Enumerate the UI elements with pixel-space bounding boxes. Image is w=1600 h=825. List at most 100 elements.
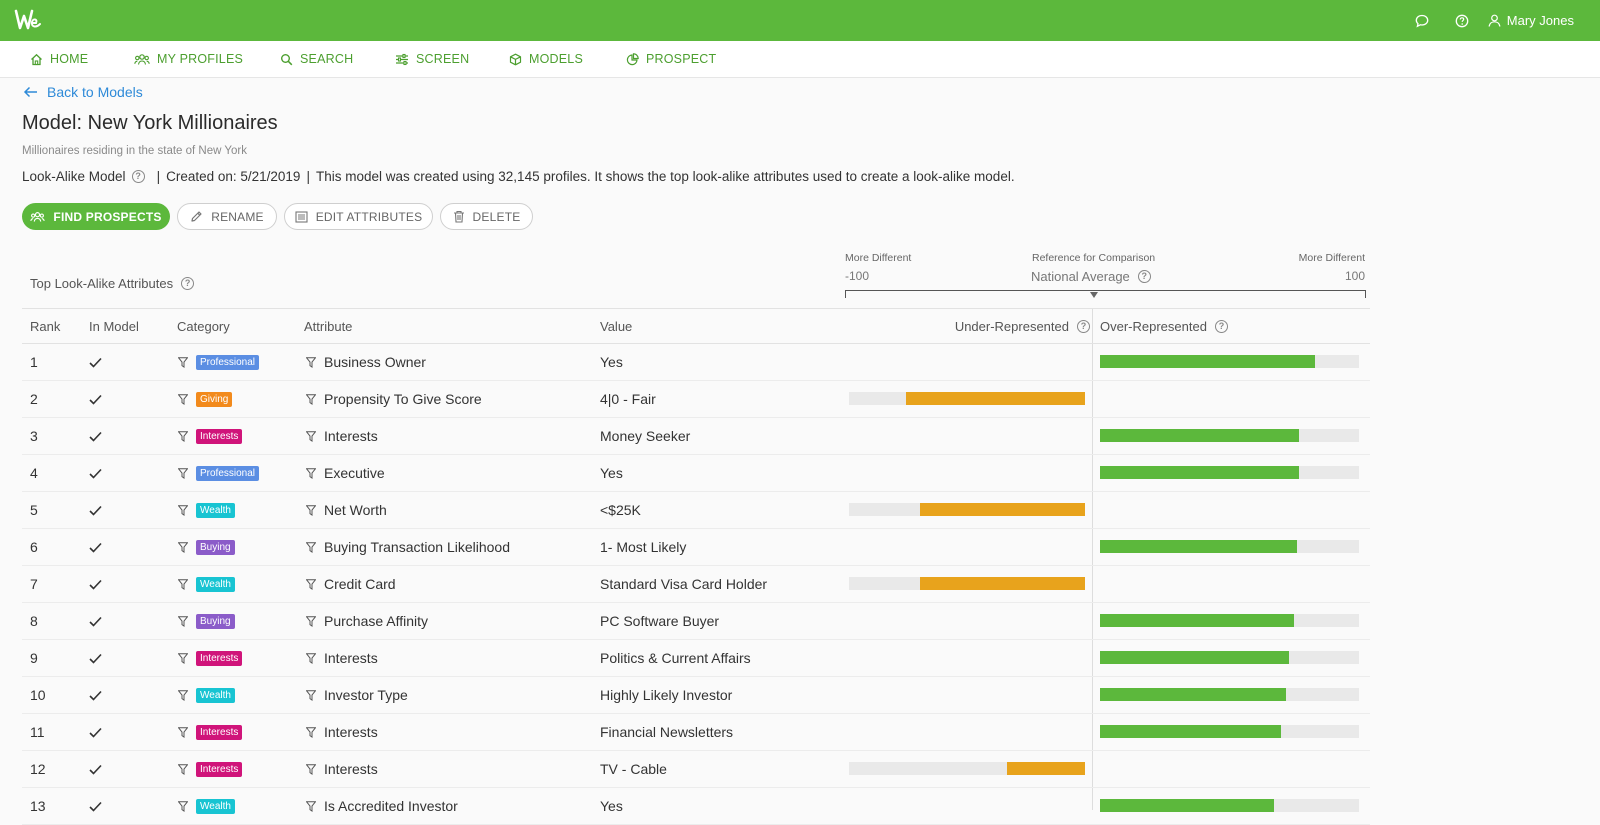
over-represented-fill [1100, 725, 1282, 738]
filter-icon[interactable] [306, 726, 316, 738]
col-over-represented[interactable]: Over-Represented ? [1100, 309, 1228, 343]
scale-center: National Average ? [1031, 269, 1151, 284]
help-circle-icon[interactable]: ? [1137, 270, 1151, 283]
filter-icon[interactable] [178, 356, 188, 368]
cube-icon [509, 53, 522, 65]
find-prospects-button[interactable]: FIND PROSPECTS [22, 203, 170, 230]
pencil-icon [191, 211, 202, 222]
section-label-text: Top Look-Alike Attributes [30, 276, 174, 291]
scale-left-caption: More Different [845, 252, 912, 264]
back-to-models-link[interactable]: Back to Models [23, 84, 143, 100]
help-circle-icon[interactable]: ? [131, 170, 145, 183]
category-cell: Interests [178, 640, 243, 676]
filter-icon[interactable] [306, 467, 316, 479]
checkmark-icon [89, 653, 102, 664]
pie-chart-icon [626, 52, 639, 65]
filter-icon[interactable] [306, 504, 316, 516]
delete-button[interactable]: DELETE [440, 203, 533, 230]
in-model-cell [89, 566, 102, 602]
in-model-cell [89, 381, 102, 417]
col-under-represented[interactable]: Under-Represented ? [955, 309, 1090, 343]
edit-attributes-button[interactable]: EDIT ATTRIBUTES [284, 203, 433, 230]
col-value[interactable]: Value [600, 309, 632, 343]
over-represented-bar [1100, 651, 1359, 664]
value-cell: Standard Visa Card Holder [600, 576, 768, 592]
chat-bubble-icon[interactable] [1402, 0, 1442, 41]
nav-models[interactable]: MODELS [509, 41, 583, 77]
we-logo-icon[interactable] [14, 6, 42, 34]
filter-icon[interactable] [178, 800, 188, 812]
filter-icon[interactable] [178, 652, 188, 664]
category-badge: Wealth [196, 687, 235, 703]
scale-center-caption: Reference for Comparison [1032, 252, 1156, 264]
col-attribute[interactable]: Attribute [304, 309, 352, 343]
nav-home[interactable]: HOME [30, 41, 88, 77]
attribute-label: Credit Card [324, 576, 396, 592]
help-circle-icon[interactable]: ? [1077, 319, 1090, 333]
filter-icon[interactable] [306, 356, 316, 368]
table-row: 5 Wealth Net Worth <$25K [22, 492, 1370, 529]
nav-my-profiles[interactable]: MY PROFILES [134, 41, 243, 77]
page-subtitle: Millionaires residing in the state of Ne… [22, 145, 248, 157]
col-rank[interactable]: Rank [30, 309, 60, 343]
checkmark-icon [89, 468, 102, 479]
filter-icon[interactable] [178, 393, 188, 405]
filter-icon[interactable] [178, 689, 188, 701]
filter-icon[interactable] [178, 763, 188, 775]
under-represented-fill [1007, 762, 1085, 775]
category-badge: Wealth [196, 576, 235, 592]
category-badge: Buying [196, 613, 235, 629]
rename-button[interactable]: RENAME [177, 203, 277, 230]
edit-attributes-label: EDIT ATTRIBUTES [315, 209, 423, 224]
checkmark-icon [89, 431, 102, 442]
value-cell: Yes [600, 465, 623, 481]
filter-icon[interactable] [306, 393, 316, 405]
filter-icon[interactable] [178, 726, 188, 738]
nav-search[interactable]: SEARCH [280, 41, 353, 77]
checkmark-icon [89, 542, 102, 553]
table-row: 7 Wealth Credit Card Standard Visa Card Hol… [22, 566, 1370, 603]
in-model-cell [89, 418, 102, 454]
filter-icon[interactable] [178, 467, 188, 479]
under-represented-bar [849, 577, 1085, 590]
filter-icon[interactable] [306, 763, 316, 775]
attribute-cell: Propensity To Give Score [306, 381, 482, 417]
filter-icon[interactable] [306, 578, 316, 590]
filter-icon[interactable] [178, 504, 188, 516]
filter-icon[interactable] [178, 615, 188, 627]
filter-icon[interactable] [306, 652, 316, 664]
filter-icon[interactable] [306, 689, 316, 701]
category-cell: Giving [178, 381, 233, 417]
category-cell: Buying [178, 603, 235, 639]
nav-screen[interactable]: SCREEN [395, 41, 469, 77]
meta-separator: | [306, 169, 310, 184]
over-represented-fill [1100, 355, 1315, 368]
value-cell: Money Seeker [600, 428, 691, 444]
category-cell: Interests [178, 751, 243, 787]
list-icon [295, 210, 308, 223]
over-represented-fill [1100, 688, 1287, 701]
filter-icon[interactable] [178, 430, 188, 442]
category-badge: Wealth [196, 502, 235, 518]
filter-icon[interactable] [306, 615, 316, 627]
table-row: 10 Wealth Investor Type Highly Likely Inves… [22, 677, 1370, 714]
user-menu[interactable]: Mary Jones [1488, 13, 1574, 28]
filter-icon[interactable] [306, 430, 316, 442]
filter-icon[interactable] [178, 541, 188, 553]
col-category[interactable]: Category [177, 309, 230, 343]
filter-icon[interactable] [178, 578, 188, 590]
scale-line [845, 290, 1366, 298]
help-circle-icon[interactable]: ? [181, 277, 195, 290]
nav-prospect[interactable]: PROSPECT [626, 41, 716, 77]
help-circle-icon[interactable] [1442, 0, 1482, 41]
user-name: Mary Jones [1506, 13, 1574, 28]
arrow-left-icon [23, 86, 37, 98]
value-cell: Yes [600, 354, 623, 370]
col-in-model[interactable]: In Model [89, 309, 139, 343]
filter-icon[interactable] [306, 800, 316, 812]
table-row: 3 Interests Interests Money Seeker [22, 418, 1370, 455]
filter-icon[interactable] [306, 541, 316, 553]
under-represented-bar [849, 762, 1085, 775]
help-circle-icon[interactable]: ? [1214, 319, 1228, 333]
over-represented-fill [1100, 540, 1297, 553]
